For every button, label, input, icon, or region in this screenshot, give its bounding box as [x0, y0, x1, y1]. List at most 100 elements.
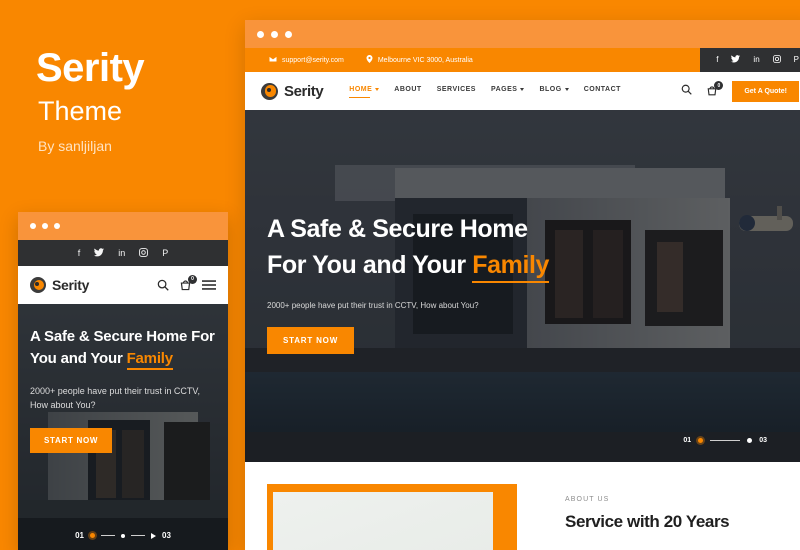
hero-heading-line1: A Safe & Secure Home — [267, 215, 528, 243]
window-dot-close[interactable] — [257, 30, 264, 38]
facebook-icon[interactable]: f — [716, 56, 718, 64]
slider-dot-end[interactable] — [747, 438, 753, 443]
twitter-icon[interactable] — [94, 247, 105, 259]
instagram-icon[interactable] — [139, 247, 149, 259]
site-brand-name: Serity — [284, 82, 324, 100]
page-root: Serity Theme By sanljiljan support@serit… — [0, 0, 800, 550]
about-image — [273, 492, 493, 550]
chevron-down-icon — [520, 88, 525, 91]
mobile-social-bar: f in P — [18, 240, 228, 266]
nav-item-home-label: HOME — [349, 86, 373, 93]
window-dot-minimize[interactable] — [271, 30, 278, 38]
site-brand-name: Serity — [52, 277, 90, 293]
mobile-nav: Serity 0 — [18, 266, 228, 304]
nav-item-blog[interactable]: BLOG — [539, 86, 569, 96]
nav-item-services-label: SERVICES — [436, 86, 476, 93]
nav-item-contact-label: CONTACT — [583, 86, 621, 93]
twitter-icon[interactable] — [731, 55, 741, 65]
shopping-cart-icon[interactable]: 0 — [706, 81, 724, 97]
chevron-down-icon — [564, 88, 569, 91]
get-a-quote-button[interactable]: Get A Quote! — [732, 80, 799, 102]
nav-actions: 0 Get A Quote! — [681, 80, 799, 102]
topbar-address[interactable]: Melbourne VIC 3000, Australia — [366, 55, 473, 65]
promo-author: By sanljiljan — [38, 138, 112, 154]
mobile-hero-slider-pagination: 01 03 — [18, 531, 228, 540]
shopping-cart-icon[interactable]: 0 — [179, 274, 197, 292]
facebook-icon[interactable]: f — [78, 248, 81, 258]
hero-copy: A Safe & Secure Home For You and Your Fa… — [267, 212, 597, 354]
mobile-hero-cta-button[interactable]: START NOW — [30, 428, 113, 454]
slider-dot-active[interactable] — [90, 533, 95, 538]
nav-item-services[interactable]: SERVICES — [437, 86, 476, 96]
camera-lens-logo-icon — [261, 82, 278, 100]
about-kicker: ABOUT US — [565, 496, 610, 503]
about-heading: Service with 20 Years — [565, 512, 730, 531]
mobile-hero-slider: A Safe & Secure Home For You and Your Fa… — [18, 304, 228, 550]
slider-index-to: 03 — [759, 437, 767, 444]
nav-item-about[interactable]: ABOUT — [394, 86, 421, 96]
pinterest-icon[interactable]: P — [794, 56, 799, 64]
slider-dot-active[interactable] — [698, 438, 704, 443]
nav-item-about-label: ABOUT — [394, 86, 422, 93]
linkedin-icon[interactable]: in — [118, 248, 125, 258]
search-icon[interactable] — [681, 82, 693, 100]
mobile-hero-copy: A Safe & Secure Home For You and Your Fa… — [30, 326, 216, 454]
slider-index-from: 01 — [683, 437, 692, 444]
nav-item-blog-label: BLOG — [539, 86, 562, 93]
about-image-frame — [267, 484, 517, 550]
about-us-section: ABOUT US Service with 20 Years — [245, 462, 800, 550]
nav-item-home[interactable]: HOME — [349, 86, 380, 98]
hero-heading: A Safe & Secure Home For You and Your Fa… — [267, 212, 597, 283]
hamburger-menu-icon[interactable] — [202, 279, 216, 291]
instagram-icon[interactable] — [772, 55, 781, 65]
nav-item-pages-label: PAGES — [490, 86, 518, 93]
slider-index-from: 01 — [75, 531, 84, 540]
slider-progress-line-2 — [131, 535, 145, 536]
hero-subtext: 2000+ people have put their trust in CCT… — [267, 301, 479, 310]
topbar-social-links: f in P — [700, 48, 800, 72]
map-pin-icon — [366, 55, 373, 65]
hero-cta-button[interactable]: START NOW — [267, 327, 355, 354]
mobile-hero-heading-line2: You and Your — [30, 349, 127, 367]
window-dot-maximize[interactable] — [54, 223, 60, 229]
envelope-icon — [269, 55, 277, 65]
about-text-block: ABOUT US Service with 20 Years — [517, 484, 730, 550]
hero-slider: A Safe & Secure Home For You and Your Fa… — [245, 110, 800, 462]
mobile-hero-subtext: 2000+ people have put their trust in CCT… — [30, 385, 201, 410]
hero-heading-highlight: Family — [472, 250, 549, 283]
linkedin-icon[interactable]: in — [753, 56, 759, 64]
pinterest-icon[interactable]: P — [162, 248, 168, 258]
topbar-email-text: support@serity.com — [282, 56, 344, 64]
hero-heading-line2: For You and Your — [267, 250, 473, 279]
mobile-preview-window: f in P Serity 0 A Safe & Secure Home For… — [18, 212, 228, 550]
cart-count-badge: 0 — [188, 274, 197, 284]
mobile-hero-heading-line1: A Safe & Secure Home For — [30, 328, 215, 345]
nav-item-pages[interactable]: PAGES — [491, 86, 525, 96]
slider-dot-middle[interactable] — [121, 533, 125, 538]
site-logo[interactable]: Serity — [30, 277, 147, 293]
hero-slider-pagination: 01 03 — [683, 437, 767, 444]
slider-next-arrow-icon[interactable] — [151, 532, 156, 539]
window-dot-minimize[interactable] — [42, 223, 48, 229]
site-main-nav: Serity HOME ABOUT SERVICES PAGES BLOG CO… — [245, 72, 800, 110]
nav-item-contact[interactable]: CONTACT — [584, 86, 621, 96]
promo-title: Serity — [36, 46, 145, 90]
topbar-address-text: Melbourne VIC 3000, Australia — [377, 56, 473, 64]
desktop-window-titlebar — [245, 20, 800, 48]
site-topbar: support@serity.com Melbourne VIC 3000, A… — [245, 48, 800, 72]
topbar-contact-info: support@serity.com Melbourne VIC 3000, A… — [245, 55, 700, 65]
mobile-hero-heading: A Safe & Secure Home For You and Your Fa… — [30, 326, 216, 370]
window-dot-maximize[interactable] — [285, 30, 292, 38]
slider-index-to: 03 — [162, 531, 171, 540]
desktop-preview-window: support@serity.com Melbourne VIC 3000, A… — [245, 20, 800, 550]
promo-subtitle: Theme — [38, 96, 123, 126]
cart-count-badge: 0 — [714, 81, 724, 90]
site-logo[interactable]: Serity — [261, 82, 324, 100]
topbar-email[interactable]: support@serity.com — [269, 55, 344, 65]
window-dot-close[interactable] — [30, 223, 36, 229]
chevron-down-icon — [375, 88, 380, 91]
nav-menu: HOME ABOUT SERVICES PAGES BLOG CONTACT — [349, 86, 681, 98]
search-icon[interactable] — [157, 279, 169, 291]
slider-progress-line — [710, 440, 741, 441]
camera-lens-logo-icon — [30, 277, 46, 293]
